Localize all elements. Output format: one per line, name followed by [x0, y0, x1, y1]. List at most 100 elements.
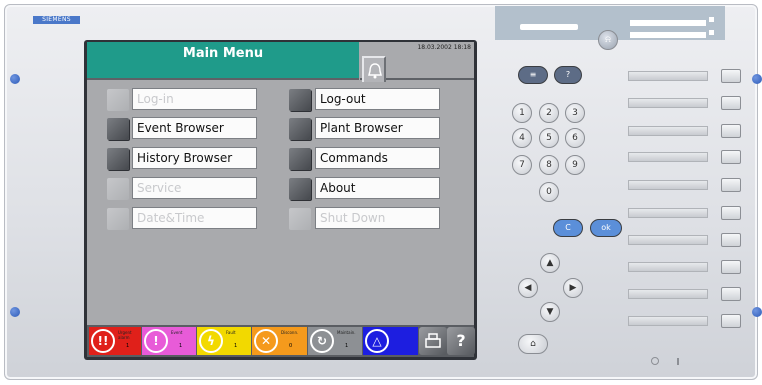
- function-key[interactable]: [721, 314, 741, 328]
- status-fault[interactable]: ! Event 1: [142, 327, 196, 355]
- menu-key[interactable]: ≡: [518, 66, 548, 84]
- warning-icon: △: [365, 329, 389, 353]
- help-button[interactable]: ?: [447, 327, 475, 355]
- menu-right-button[interactable]: [289, 89, 311, 111]
- alarm-icon: !!: [91, 329, 115, 353]
- digit-key[interactable]: 6: [565, 128, 585, 148]
- menu-item-label[interactable]: About: [315, 177, 440, 199]
- mount-screw: [10, 307, 20, 317]
- indicator-led: [709, 17, 714, 22]
- function-key[interactable]: [721, 69, 741, 83]
- function-key[interactable]: [721, 124, 741, 138]
- indicator-led: [709, 30, 714, 35]
- lightning-icon: ϟ: [199, 329, 223, 353]
- status-cross[interactable]: ✕ Disconn. 0: [252, 327, 307, 355]
- function-key-label: [628, 208, 708, 218]
- arrow-up-key[interactable]: ▲: [540, 253, 560, 273]
- function-key[interactable]: [721, 178, 741, 192]
- status-led: [651, 357, 659, 365]
- status-text: Event: [171, 330, 183, 335]
- brand-logo: SIEMENS: [33, 16, 80, 24]
- status-text: Fault: [226, 330, 236, 335]
- printer-icon: [425, 333, 441, 348]
- menu-item-label[interactable]: Date&Time: [132, 207, 257, 229]
- function-key-label: [628, 180, 708, 190]
- bell-icon: [368, 63, 382, 79]
- menu-item-label[interactable]: Commands: [315, 147, 440, 169]
- display-slot: [630, 32, 706, 38]
- function-key-label: [628, 235, 708, 245]
- mount-screw: [10, 74, 20, 84]
- menu-right-button[interactable]: [289, 148, 311, 170]
- mount-screw: [752, 307, 762, 317]
- menu-item-label[interactable]: Plant Browser: [315, 117, 440, 139]
- home-key[interactable]: ⌂: [518, 334, 548, 354]
- function-key[interactable]: [721, 260, 741, 274]
- home-icon: ⌂: [530, 339, 536, 349]
- info-key[interactable]: ?: [554, 66, 582, 84]
- display-slot: [520, 24, 578, 30]
- bell-key[interactable]: ⍾: [598, 30, 618, 50]
- digit-key[interactable]: 7: [512, 155, 532, 175]
- status-text: Urgent alarm: [118, 330, 132, 340]
- digit-key[interactable]: 1: [512, 103, 532, 123]
- status-count: 1: [179, 343, 183, 349]
- function-key-label: [628, 262, 708, 272]
- digit-key[interactable]: 8: [539, 155, 559, 175]
- digit-key[interactable]: 3: [565, 103, 585, 123]
- menu-right-button[interactable]: [289, 118, 311, 140]
- digit-key[interactable]: 9: [565, 155, 585, 175]
- function-key[interactable]: [721, 150, 741, 164]
- menu-item-label[interactable]: History Browser: [132, 147, 257, 169]
- display-slot: [630, 20, 706, 26]
- status-text: Disconn.: [281, 330, 299, 335]
- digit-key[interactable]: 2: [539, 103, 559, 123]
- digit-key[interactable]: 0: [539, 182, 559, 202]
- menu-item-label[interactable]: Log-out: [315, 88, 440, 110]
- menu-item-label[interactable]: Shut Down: [315, 207, 440, 229]
- function-key-label: [628, 289, 708, 299]
- menu-item-label[interactable]: Log-in: [132, 88, 257, 110]
- maintenance-icon: ↻: [310, 329, 334, 353]
- menu-left-button[interactable]: [107, 208, 129, 230]
- status-text: Maintain.: [337, 330, 356, 335]
- function-key-label: [628, 71, 708, 81]
- menu-right-button[interactable]: [289, 208, 311, 230]
- arrow-right-key[interactable]: ▶: [563, 278, 583, 298]
- menu-item-label[interactable]: Event Browser: [132, 117, 257, 139]
- menu-item-label[interactable]: Service: [132, 177, 257, 199]
- status-count: 1: [126, 343, 130, 349]
- help-icon: ?: [456, 331, 466, 350]
- page-title: Main Menu: [182, 46, 264, 61]
- menu-right-button[interactable]: [289, 178, 311, 200]
- bell-button[interactable]: [362, 56, 386, 82]
- function-key[interactable]: [721, 287, 741, 301]
- ok-key[interactable]: ok: [590, 219, 622, 237]
- status-lightning[interactable]: ϟ Fault 1: [197, 327, 251, 355]
- status-maintenance[interactable]: ↻ Maintain. 1: [308, 327, 362, 355]
- digit-key[interactable]: 5: [539, 128, 559, 148]
- menu-left-button[interactable]: [107, 89, 129, 111]
- digit-key[interactable]: 4: [512, 128, 532, 148]
- print-button[interactable]: [419, 327, 447, 355]
- status-warning[interactable]: △: [363, 327, 418, 355]
- fault-icon: !: [144, 329, 168, 353]
- function-key[interactable]: [721, 206, 741, 220]
- status-led: [677, 358, 679, 365]
- mount-screw: [752, 74, 762, 84]
- status-count: 1: [234, 343, 238, 349]
- function-key-label: [628, 98, 708, 108]
- cancel-key[interactable]: C: [553, 219, 583, 237]
- function-key[interactable]: [721, 96, 741, 110]
- datetime: 18.03.2002 18:18: [417, 44, 471, 51]
- function-key-label: [628, 152, 708, 162]
- menu-left-button[interactable]: [107, 148, 129, 170]
- status-alarm[interactable]: !! Urgent alarm 1: [89, 327, 141, 355]
- arrow-down-key[interactable]: ▼: [540, 302, 560, 322]
- menu-left-button[interactable]: [107, 178, 129, 200]
- menu-left-button[interactable]: [107, 118, 129, 140]
- arrow-left-key[interactable]: ◀: [518, 278, 538, 298]
- function-key[interactable]: [721, 233, 741, 247]
- function-key-label: [628, 316, 708, 326]
- function-key-label: [628, 126, 708, 136]
